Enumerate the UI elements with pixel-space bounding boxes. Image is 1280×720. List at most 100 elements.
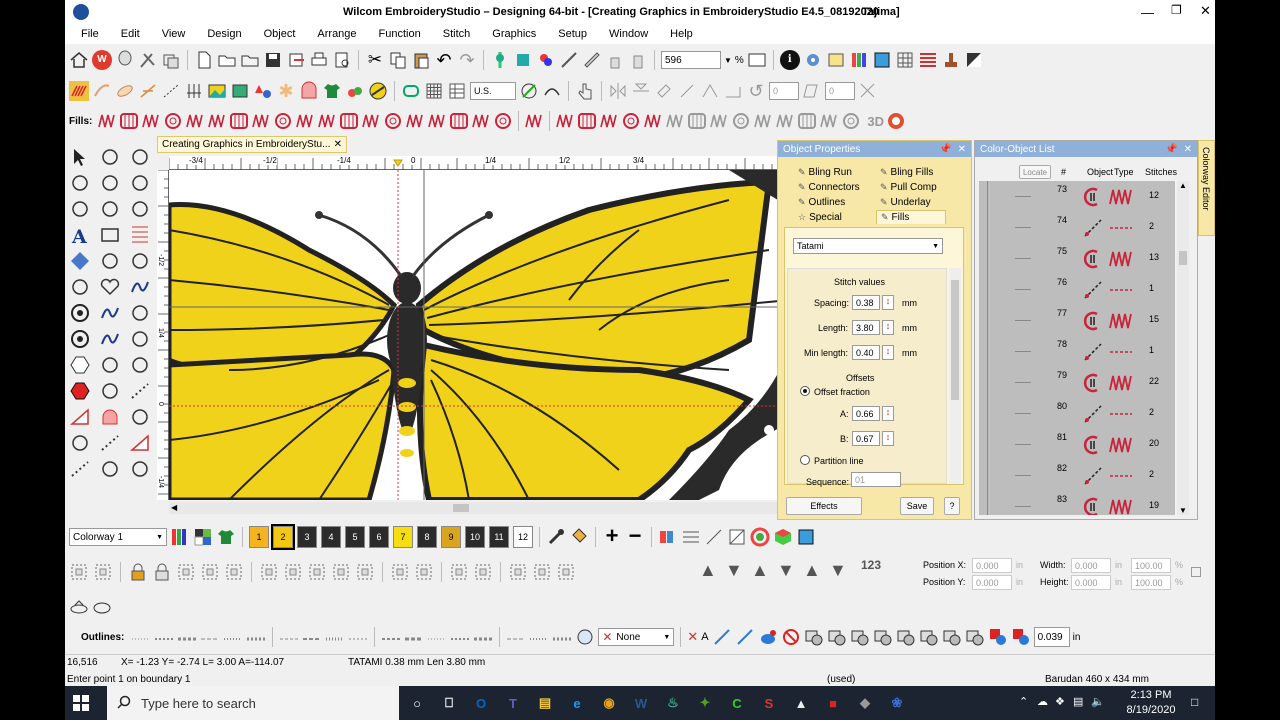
cut-icon[interactable]: ✂	[365, 50, 385, 70]
shape-6-icon[interactable]	[919, 627, 939, 647]
sequence-objects-icon[interactable]	[508, 562, 528, 582]
grid-fill-icon[interactable]	[577, 111, 597, 131]
color-palette-icon[interactable]	[193, 527, 213, 547]
color-object-row[interactable]: 76 1	[979, 274, 1175, 305]
outline-style-7-icon[interactable]	[279, 627, 299, 647]
stamp-icon[interactable]	[941, 50, 961, 70]
tray-chevron-icon[interactable]: ⌃	[1019, 695, 1028, 708]
outline-color-select[interactable]: ✕ None ▼	[598, 628, 675, 646]
align-down-icon[interactable]: ▼	[725, 560, 743, 581]
outline-style-18-icon[interactable]	[552, 627, 572, 647]
leaf-fill-icon[interactable]	[621, 111, 641, 131]
circle-fill-icon[interactable]	[449, 111, 469, 131]
outline-width-input[interactable]: 0.039	[1033, 627, 1070, 647]
shape-7-icon[interactable]	[942, 627, 962, 647]
canvas-horizontal-scrollbar[interactable]: ◀ ▶	[169, 502, 825, 514]
object-properties-close-icon[interactable]: ✕	[958, 144, 966, 155]
radial-fill-icon[interactable]	[339, 111, 359, 131]
shapes-icon[interactable]	[253, 81, 273, 101]
chain-fill-icon[interactable]	[295, 111, 315, 131]
star-icon[interactable]: ✱	[276, 81, 296, 101]
color-object-row[interactable]: 82 2	[979, 460, 1175, 491]
design-canvas[interactable]	[169, 170, 825, 500]
color-object-row[interactable]: 83 19	[979, 491, 1175, 515]
angle-fill-icon[interactable]	[643, 111, 663, 131]
sketch-fill-icon[interactable]	[753, 111, 773, 131]
menu-stitch[interactable]: Stitch	[443, 28, 471, 40]
app-logo-icon[interactable]	[73, 4, 89, 20]
pencil-icon[interactable]	[99, 458, 121, 480]
balloon-icon[interactable]	[115, 50, 135, 70]
color-object-row[interactable]: 79 22	[979, 367, 1175, 398]
shape-3-icon[interactable]	[850, 627, 870, 647]
onedrive-icon[interactable]: ☁	[1037, 695, 1048, 708]
tab-fills[interactable]: ✎ Fills	[876, 210, 946, 224]
color-swatch[interactable]: 1	[249, 526, 269, 548]
bell-icon[interactable]	[99, 406, 121, 428]
position-y-input[interactable]: 0.000	[972, 575, 1012, 590]
color-object-scrollbar[interactable]: ▲ ▼	[1177, 181, 1189, 515]
twist-fill-icon[interactable]	[775, 111, 795, 131]
monogram-icon[interactable]	[69, 250, 91, 272]
wave-line-icon[interactable]	[99, 302, 121, 324]
color-wheel-icon[interactable]	[750, 527, 770, 547]
column-b-icon[interactable]	[129, 198, 151, 220]
co-scroll-up-icon[interactable]: ▲	[1179, 181, 1187, 190]
target-icon[interactable]	[69, 302, 91, 324]
hoop-icon[interactable]	[872, 50, 892, 70]
space-icon[interactable]	[390, 562, 410, 582]
menu-graphics[interactable]: Graphics	[492, 28, 536, 40]
bling-fill-icon[interactable]	[841, 111, 861, 131]
satin-stitch-icon[interactable]	[69, 81, 89, 101]
stitch-player-icon[interactable]	[490, 50, 510, 70]
zoom-field[interactable]: 596	[661, 51, 721, 69]
align-top-2-icon[interactable]: ▲	[803, 560, 821, 581]
outline-style-2-icon[interactable]	[154, 627, 174, 647]
outline-style-17-icon[interactable]	[529, 627, 549, 647]
volume-icon[interactable]: 🔈	[1091, 695, 1105, 708]
arc-icon[interactable]	[542, 81, 562, 101]
close-icon[interactable]: ✕	[1200, 3, 1211, 19]
menu-design[interactable]: Design	[207, 28, 241, 40]
group-icon[interactable]	[176, 562, 196, 582]
chrome-icon[interactable]: ◉	[599, 693, 619, 713]
colorway-editor-side-tab[interactable]: Colorway Editor	[1198, 140, 1215, 236]
align-up-icon[interactable]: ▲	[699, 560, 717, 581]
center-hoop-icon[interactable]	[414, 562, 434, 582]
fill-type-select[interactable]: Tatami ▼	[793, 238, 943, 254]
drive-icon[interactable]: ▲	[791, 693, 811, 713]
notifications-icon[interactable]: □	[1191, 695, 1198, 709]
wave2-fill-icon[interactable]	[731, 111, 751, 131]
lock-icon[interactable]	[128, 562, 148, 582]
travel-icon[interactable]	[513, 50, 533, 70]
clock-date[interactable]: 8/19/2020	[1121, 704, 1181, 716]
no-outline-icon[interactable]: ✕	[687, 629, 698, 645]
fan-fill-icon[interactable]	[797, 111, 817, 131]
color-blending-icon[interactable]	[536, 50, 556, 70]
reshape-icon[interactable]	[559, 50, 579, 70]
spacing-spinner-icon[interactable]: ↕	[882, 295, 894, 310]
offset-a-input[interactable]: 0.66	[852, 406, 880, 421]
rotate-right-icon[interactable]	[677, 81, 697, 101]
align-bottom-icon[interactable]: ▼	[777, 560, 795, 581]
show-hide-icon[interactable]	[964, 50, 984, 70]
break-shapes-icon[interactable]	[988, 627, 1008, 647]
outline-dropdown-icon[interactable]: ▼	[663, 634, 670, 641]
feather-fill-icon[interactable]	[599, 111, 619, 131]
co-scroll-thumb[interactable]	[1179, 251, 1187, 265]
eraser-icon[interactable]	[69, 432, 91, 454]
diagonal-icon[interactable]	[727, 527, 747, 547]
cloud-icon[interactable]	[758, 627, 778, 647]
print-preview-icon[interactable]	[332, 50, 352, 70]
wave-fill-icon[interactable]	[141, 111, 161, 131]
shape-1-icon[interactable]	[804, 627, 824, 647]
mirror-v-icon[interactable]	[631, 81, 651, 101]
outline-style-10-icon[interactable]	[348, 627, 368, 647]
open-folder-icon[interactable]	[217, 50, 237, 70]
mirror-h-icon[interactable]	[608, 81, 628, 101]
position-x-input[interactable]: 0.000	[972, 558, 1012, 573]
skew-icon[interactable]	[700, 81, 720, 101]
locate-button[interactable]: Locate	[1019, 165, 1051, 179]
tab-special[interactable]: ☆ Special	[794, 210, 846, 224]
threads-icon[interactable]	[849, 50, 869, 70]
